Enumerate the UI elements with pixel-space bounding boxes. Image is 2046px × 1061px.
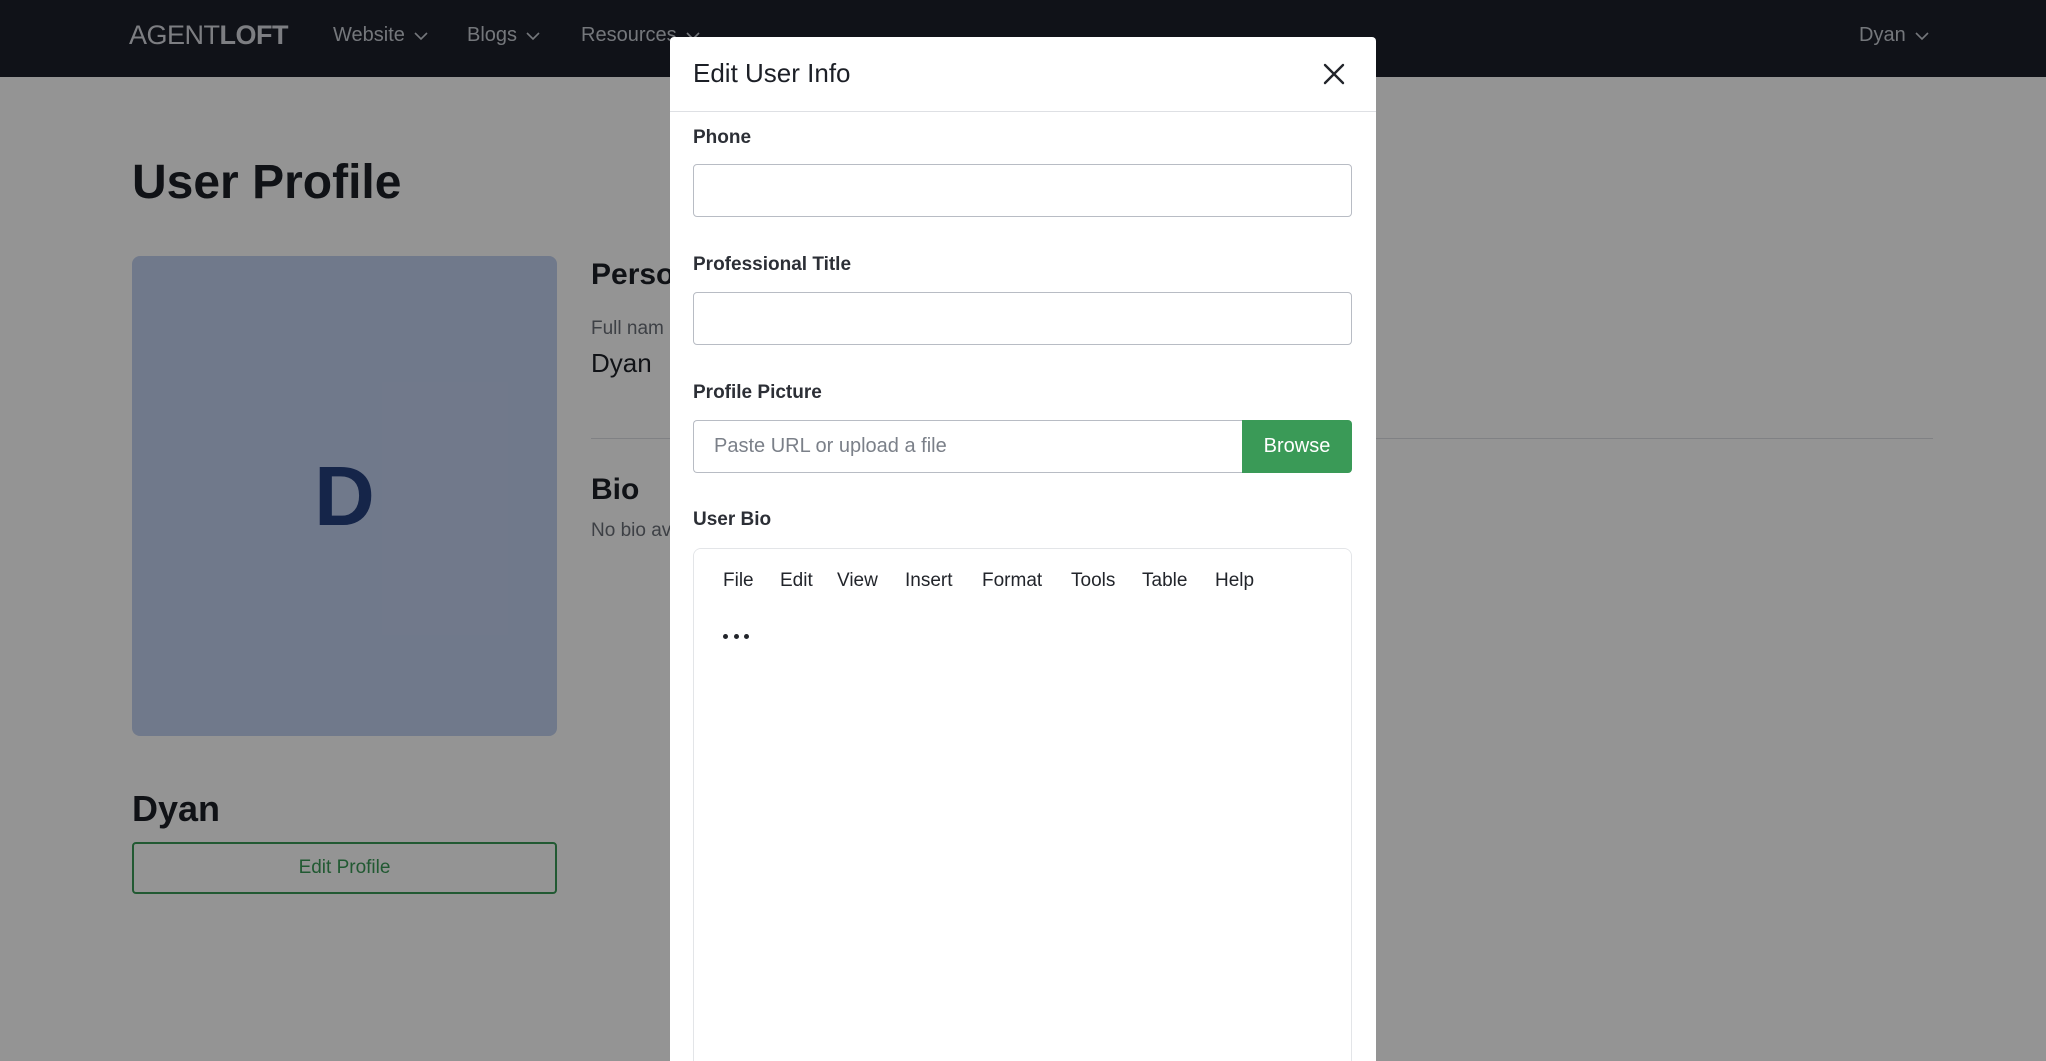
editor-content-area[interactable]: [694, 674, 1351, 1061]
edit-user-info-modal: Edit User Info Phone Professional Title …: [670, 37, 1376, 1061]
rich-text-editor: File Edit View Insert Format Tools Table…: [693, 548, 1352, 1061]
user-bio-label: User Bio: [693, 509, 772, 530]
browse-button[interactable]: Browse: [1242, 420, 1352, 473]
phone-input[interactable]: [693, 164, 1352, 217]
profile-picture-url-input[interactable]: [693, 420, 1242, 473]
editor-menu-tools[interactable]: Tools: [1071, 570, 1115, 592]
editor-menu-table[interactable]: Table: [1142, 570, 1187, 592]
editor-menubar: File Edit View Insert Format Tools Table…: [694, 549, 1351, 674]
editor-menu-edit[interactable]: Edit: [780, 570, 813, 592]
profile-picture-label: Profile Picture: [693, 382, 822, 403]
editor-menu-help[interactable]: Help: [1215, 570, 1254, 592]
more-horizontal-icon[interactable]: [723, 629, 749, 643]
modal-title: Edit User Info: [693, 58, 851, 88]
phone-label: Phone: [693, 127, 752, 148]
professional-title-label: Professional Title: [693, 254, 852, 275]
close-icon[interactable]: [1318, 58, 1350, 90]
dot: [733, 633, 739, 639]
editor-menu-view[interactable]: View: [837, 570, 878, 592]
dot: [723, 633, 728, 639]
editor-menu-insert[interactable]: Insert: [905, 570, 953, 592]
editor-menu-file[interactable]: File: [723, 570, 754, 592]
modal-header: Edit User Info: [670, 37, 1376, 112]
dot: [744, 633, 749, 639]
page: AGENTLOFT Website Blogs Resources Dyan U…: [0, 0, 2046, 1061]
editor-menu-format[interactable]: Format: [982, 570, 1042, 592]
professional-title-input[interactable]: [693, 292, 1352, 345]
